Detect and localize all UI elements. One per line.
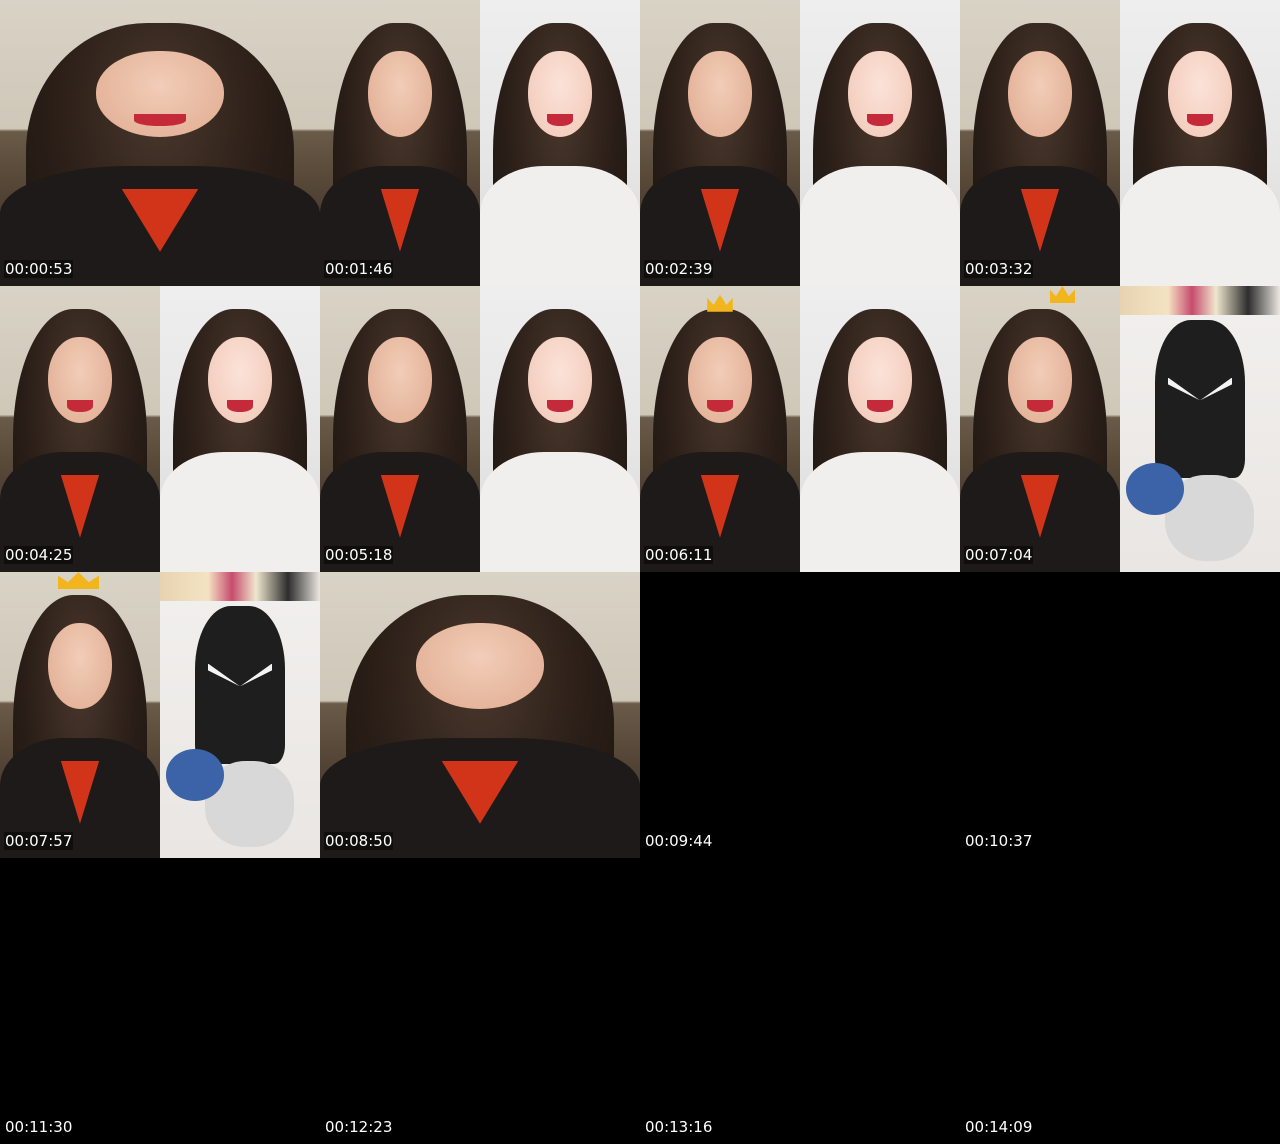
frame-timestamp: 00:02:39 <box>644 260 714 278</box>
frame-thumbnail: 00:01:46 <box>320 0 480 286</box>
frame-thumbnail-blank: 00:09:44 <box>640 572 960 858</box>
frame-thumbnail: 00:06:11 <box>640 286 800 572</box>
frame-thumbnail-no-timestamp <box>480 0 640 286</box>
frame-timestamp: 00:14:09 <box>965 1118 1033 1136</box>
frame-thumbnail-no-timestamp <box>800 0 960 286</box>
frame-thumbnail-no-timestamp <box>480 286 640 572</box>
thumbnail-contact-sheet: 00:00:53 00:01:46 00:02:39 00:03:32 00:0… <box>0 0 1280 1144</box>
frame-timestamp: 00:06:11 <box>644 546 714 564</box>
frame-timestamp: 00:10:37 <box>965 832 1033 850</box>
frame-thumbnail: 00:02:39 <box>640 0 800 286</box>
frame-thumbnail-blank: 00:14:09 <box>960 858 1280 1144</box>
frame-timestamp: 00:00:53 <box>4 260 74 278</box>
frame-timestamp: 00:13:16 <box>645 1118 713 1136</box>
frame-thumbnail-no-timestamp <box>160 286 320 572</box>
frame-thumbnail-no-timestamp <box>800 286 960 572</box>
frame-thumbnail: 00:00:53 <box>0 0 320 286</box>
frame-timestamp: 00:07:57 <box>4 832 74 850</box>
frame-timestamp: 00:01:46 <box>324 260 394 278</box>
frame-thumbnail: 00:07:57 <box>0 572 160 858</box>
frame-thumbnail-blank: 00:13:16 <box>640 858 960 1144</box>
frame-thumbnail: 00:03:32 <box>960 0 1120 286</box>
frame-timestamp: 00:12:23 <box>325 1118 393 1136</box>
frame-thumbnail-no-timestamp <box>1120 0 1280 286</box>
frame-timestamp: 00:05:18 <box>324 546 394 564</box>
frame-timestamp: 00:03:32 <box>964 260 1034 278</box>
frame-timestamp: 00:04:25 <box>4 546 74 564</box>
frame-timestamp: 00:11:30 <box>5 1118 73 1136</box>
frame-timestamp: 00:07:04 <box>964 546 1034 564</box>
frame-thumbnail: 00:08:50 <box>320 572 640 858</box>
frame-thumbnail-no-timestamp <box>160 572 320 858</box>
frame-thumbnail-no-timestamp <box>1120 286 1280 572</box>
frame-thumbnail: 00:04:25 <box>0 286 160 572</box>
frame-timestamp: 00:08:50 <box>324 832 394 850</box>
frame-thumbnail-blank: 00:10:37 <box>960 572 1280 858</box>
frame-thumbnail-blank: 00:12:23 <box>320 858 640 1144</box>
frame-thumbnail-blank: 00:11:30 <box>0 858 320 1144</box>
frame-thumbnail: 00:05:18 <box>320 286 480 572</box>
frame-timestamp: 00:09:44 <box>645 832 713 850</box>
frame-thumbnail: 00:07:04 <box>960 286 1120 572</box>
